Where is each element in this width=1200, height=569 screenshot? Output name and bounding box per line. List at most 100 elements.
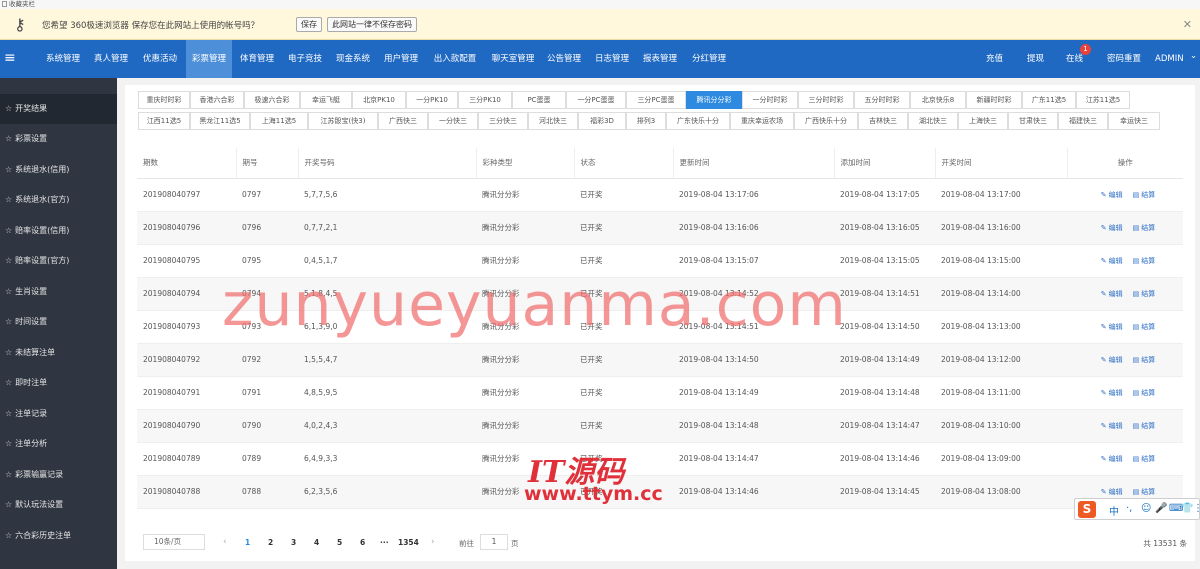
settle-link[interactable]: 结算 (1141, 257, 1155, 265)
nav-item[interactable]: 公告管理 (541, 40, 587, 78)
nav-item[interactable]: 系统管理 (40, 40, 86, 78)
ime-emoji-icon[interactable]: ☺ (1141, 503, 1151, 514)
lottery-tab[interactable]: 广东11选5 (1022, 91, 1076, 109)
lottery-tab[interactable]: 三分快三 (478, 112, 528, 130)
edit-link[interactable]: 编辑 (1109, 257, 1123, 265)
nav-item[interactable]: 日志管理 (589, 40, 635, 78)
sidebar-item[interactable]: ☆ 彩票输赢记录 (0, 460, 117, 490)
lottery-tab[interactable]: 黑龙江11选5 (190, 112, 250, 130)
nav-item[interactable]: 现金系统 (330, 40, 376, 78)
hamburger-menu-icon[interactable]: ≡ (4, 50, 16, 66)
settle-link[interactable]: 结算 (1141, 224, 1155, 232)
edit-link[interactable]: 编辑 (1109, 455, 1123, 463)
settle-link[interactable]: 结算 (1141, 323, 1155, 331)
lottery-tab[interactable]: 五分时时彩 (854, 91, 910, 109)
withdraw-link[interactable]: 提现 (1027, 40, 1044, 78)
settle-link[interactable]: 结算 (1141, 488, 1155, 496)
ime-more-icon[interactable]: ⋮ (1193, 503, 1200, 514)
goto-page-input[interactable]: 1 (480, 534, 508, 550)
lottery-tab[interactable]: 排列3 (626, 112, 666, 130)
edit-link[interactable]: 编辑 (1109, 191, 1123, 199)
never-save-button[interactable]: 此网站一律不保存密码 (327, 17, 417, 32)
lottery-tab[interactable]: 一分时时彩 (742, 91, 798, 109)
lottery-tab[interactable]: 一分PC蛋蛋 (566, 91, 626, 109)
nav-item[interactable]: 优惠活动 (137, 40, 183, 78)
lottery-tab[interactable]: 极速六合彩 (244, 91, 300, 109)
sidebar-item[interactable]: ☆ 生肖设置 (0, 277, 117, 307)
nav-item-active[interactable]: 彩票管理 (186, 40, 232, 78)
edit-link[interactable]: 编辑 (1109, 290, 1123, 298)
lottery-tab[interactable]: 幸运飞艇 (300, 91, 352, 109)
sidebar-item[interactable]: ☆ 系统退水(信用) (0, 155, 117, 185)
sidebar-item[interactable]: ☆ 彩票设置 (0, 124, 117, 154)
page-size-select[interactable]: 10条/页 (143, 534, 205, 550)
edit-link[interactable]: 编辑 (1109, 323, 1123, 331)
ime-chinese-icon[interactable]: 中 (1109, 503, 1119, 518)
lottery-tab[interactable]: 新疆时时彩 (966, 91, 1022, 109)
sidebar-item[interactable]: ☆ 注单记录 (0, 399, 117, 429)
sogou-logo-icon[interactable]: S (1078, 501, 1096, 518)
lottery-tab[interactable]: 江西11选5 (138, 112, 190, 130)
page-number[interactable]: 4 (314, 538, 319, 547)
ime-punctuation-icon[interactable]: ·, (1126, 503, 1132, 514)
nav-item[interactable]: 电子竞技 (282, 40, 328, 78)
nav-item[interactable]: 体育管理 (234, 40, 280, 78)
lottery-tab[interactable]: 幸运快三 (1108, 112, 1160, 130)
lottery-tab[interactable]: 江苏11选5 (1076, 91, 1130, 109)
save-password-button[interactable]: 保存 (296, 17, 322, 32)
lottery-tab[interactable]: 上海11选5 (250, 112, 308, 130)
sidebar-item[interactable]: ☆ 六合彩历史注单 (0, 521, 117, 551)
nav-item[interactable]: 分红管理 (686, 40, 732, 78)
lottery-tab[interactable]: 一分快三 (428, 112, 478, 130)
ime-skin-icon[interactable]: 👕 (1181, 503, 1193, 514)
nav-item[interactable]: 报表管理 (637, 40, 683, 78)
sidebar-item-active[interactable]: ☆ 开奖结果 (0, 94, 117, 124)
edit-link[interactable]: 编辑 (1109, 488, 1123, 496)
lottery-tab[interactable]: 甘肃快三 (1008, 112, 1058, 130)
recharge-link[interactable]: 充值 (986, 40, 1003, 78)
lottery-tab[interactable]: 上海快三 (958, 112, 1008, 130)
lottery-tab[interactable]: 北京快乐8 (910, 91, 966, 109)
close-icon[interactable]: ✕ (1183, 18, 1192, 31)
nav-item[interactable]: 真人管理 (88, 40, 134, 78)
sidebar-item[interactable]: ☆ 即时注单 (0, 368, 117, 398)
lottery-tab[interactable]: 江苏骰宝(快3) (308, 112, 378, 130)
nav-item[interactable]: 用户管理 (378, 40, 424, 78)
nav-item[interactable]: 聊天室管理 (485, 40, 541, 78)
sidebar-item[interactable]: ☆ 时间设置 (0, 307, 117, 337)
edit-link[interactable]: 编辑 (1109, 356, 1123, 364)
password-reset-link[interactable]: 密码重置 (1107, 40, 1141, 78)
lottery-tab[interactable]: 三分PC蛋蛋 (626, 91, 686, 109)
settle-link[interactable]: 结算 (1141, 389, 1155, 397)
sidebar-item[interactable]: ☆ 赔率设置(官方) (0, 246, 117, 276)
settle-link[interactable]: 结算 (1141, 455, 1155, 463)
lottery-tab[interactable]: 福建快三 (1058, 112, 1108, 130)
lottery-tab[interactable]: 一分PK10 (406, 91, 458, 109)
sidebar-item[interactable]: ☆ 注单分析 (0, 429, 117, 459)
next-page-icon[interactable]: › (431, 537, 435, 547)
ime-mic-icon[interactable]: 🎤 (1155, 503, 1167, 514)
lottery-tab[interactable]: 广西快三 (378, 112, 428, 130)
lottery-tab[interactable]: 北京PK10 (352, 91, 406, 109)
page-number[interactable]: 2 (268, 538, 273, 547)
page-number[interactable]: 5 (337, 538, 342, 547)
lottery-tab[interactable]: 福彩3D (578, 112, 626, 130)
edit-link[interactable]: 编辑 (1109, 389, 1123, 397)
lottery-tab[interactable]: 吉林快三 (858, 112, 908, 130)
lottery-tab[interactable]: 广西快乐十分 (794, 112, 858, 130)
lottery-tab[interactable]: 重庆时时彩 (138, 91, 190, 109)
lottery-tab[interactable]: PC蛋蛋 (512, 91, 566, 109)
lottery-tab[interactable]: 河北快三 (528, 112, 578, 130)
page-number[interactable]: 1 (245, 538, 250, 547)
chevron-down-icon[interactable]: ⌄ (1190, 37, 1197, 75)
lottery-tab[interactable]: 三分PK10 (458, 91, 512, 109)
page-number[interactable]: 6 (360, 538, 365, 547)
lottery-tab[interactable]: 广东快乐十分 (666, 112, 730, 130)
page-number[interactable]: 1354 (398, 538, 419, 547)
settle-link[interactable]: 结算 (1141, 191, 1155, 199)
admin-menu[interactable]: ADMIN (1155, 40, 1184, 78)
page-number[interactable]: 3 (291, 538, 296, 547)
lottery-tab[interactable]: 香港六合彩 (190, 91, 244, 109)
page-ellipsis[interactable]: ··· (380, 538, 389, 547)
sidebar-item[interactable]: ☆ 默认玩法设置 (0, 490, 117, 520)
